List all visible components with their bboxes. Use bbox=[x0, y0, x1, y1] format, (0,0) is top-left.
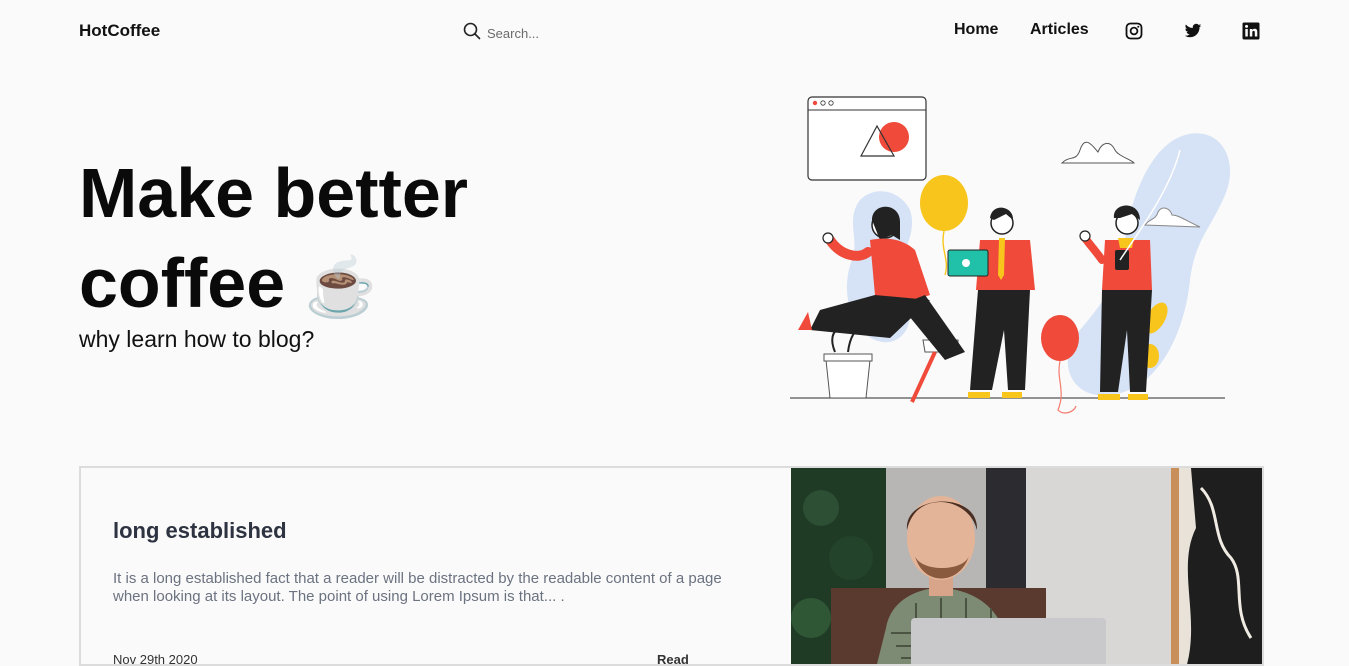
article-card[interactable]: long established It is a long establishe… bbox=[79, 466, 1264, 666]
coffee-icon: ☕ bbox=[304, 255, 377, 320]
article-image[interactable] bbox=[791, 468, 1262, 664]
search-box[interactable] bbox=[463, 22, 627, 45]
nav-articles[interactable]: Articles bbox=[1030, 21, 1089, 39]
article-date: Nov 29th 2020 bbox=[113, 652, 198, 666]
hero-subtitle: why learn how to blog? bbox=[79, 326, 315, 352]
linkedin-icon[interactable] bbox=[1242, 22, 1260, 40]
instagram-icon[interactable] bbox=[1125, 22, 1143, 40]
twitter-icon[interactable] bbox=[1184, 22, 1202, 40]
search-input[interactable] bbox=[487, 26, 627, 41]
article-title[interactable]: long established bbox=[113, 518, 287, 544]
hero-title-line1: Make better bbox=[79, 154, 469, 232]
hero-title: Make better coffee ☕ bbox=[79, 148, 468, 333]
hero-illustration bbox=[780, 90, 1240, 420]
read-link[interactable]: Read bbox=[657, 652, 689, 664]
search-icon bbox=[463, 22, 481, 45]
article-excerpt: It is a long established fact that a rea… bbox=[113, 570, 722, 605]
nav-home[interactable]: Home bbox=[954, 21, 998, 39]
brand-logo[interactable]: HotCoffee bbox=[79, 21, 160, 41]
hero-title-line2: coffee bbox=[79, 244, 286, 322]
